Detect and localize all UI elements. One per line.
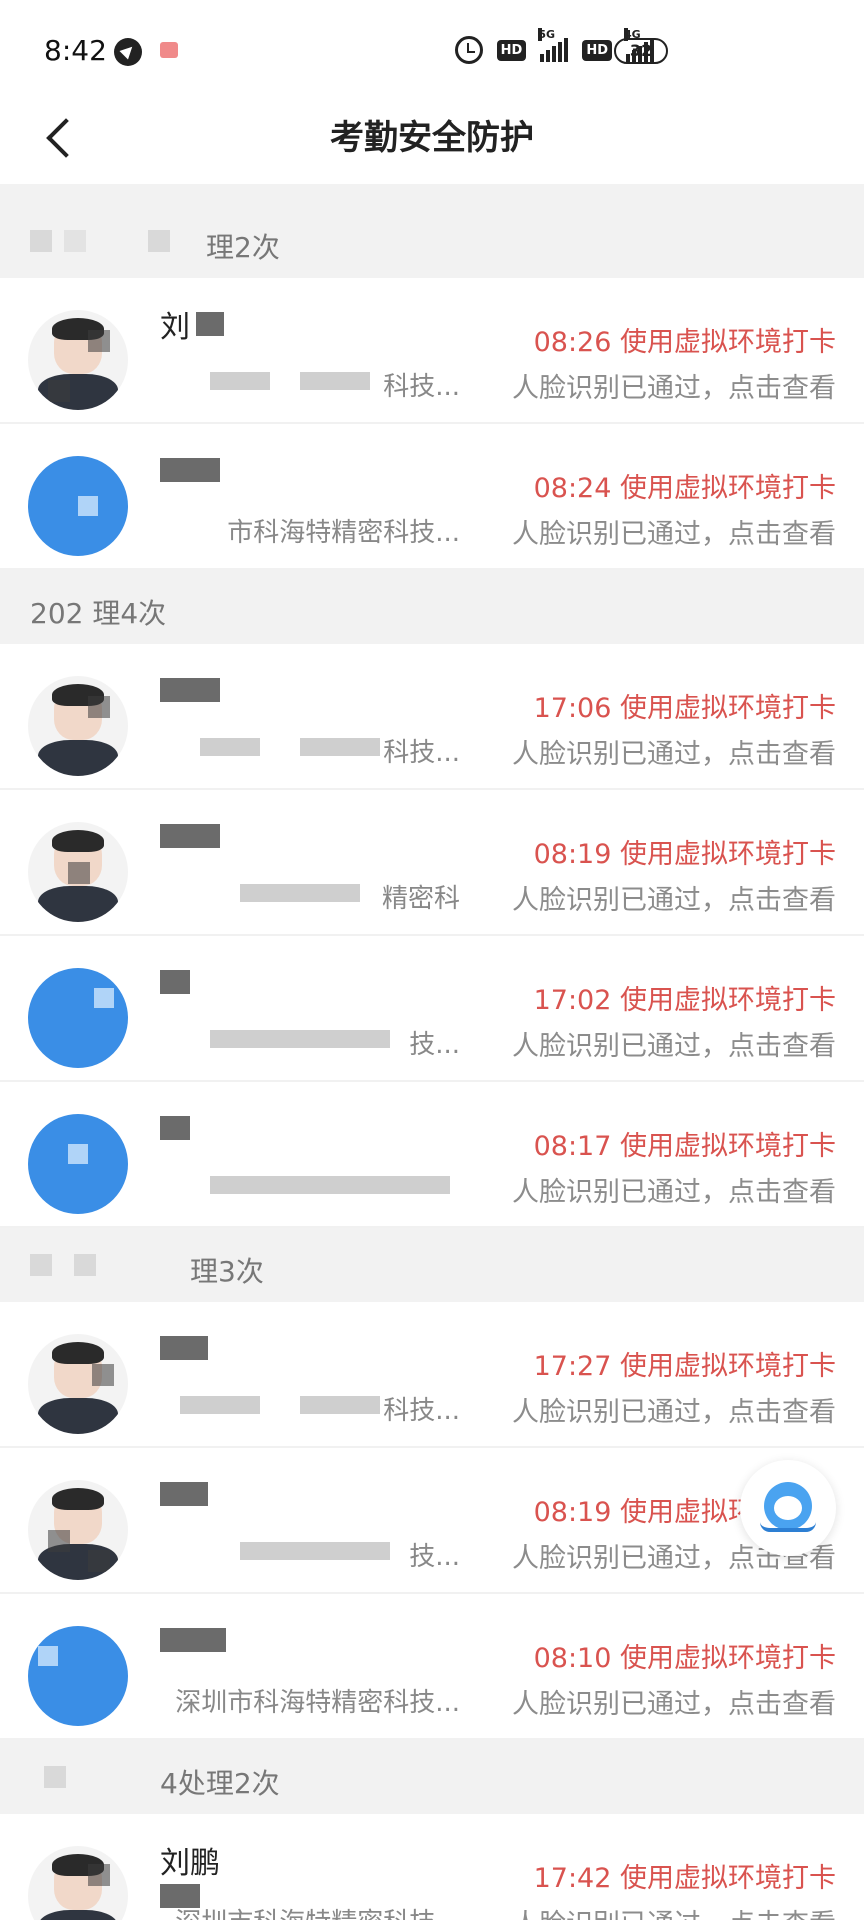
section-header: 理3次 [0, 1228, 864, 1302]
avatar [28, 1114, 128, 1214]
blurred-company [240, 884, 360, 902]
alert-text: 08:24 使用虚拟环境打卡 [533, 473, 836, 504]
battery-level: 32 [614, 38, 668, 64]
result-text[interactable]: 人脸识别已通过，点击查看 [512, 732, 836, 771]
avatar [28, 310, 128, 410]
notification-badge-icon [160, 42, 178, 58]
result-text[interactable]: 人脸识别已通过，点击查看 [512, 1902, 836, 1920]
list-item[interactable]: 08:17 使用虚拟环境打卡 人脸识别已通过，点击查看 [0, 1082, 864, 1228]
blurred-company [300, 1396, 380, 1414]
result-text[interactable]: 人脸识别已通过，点击查看 [512, 366, 836, 405]
signal-5g-icon: 5G [538, 28, 569, 62]
section-header-label: 202 理4次 [30, 597, 167, 630]
blurred-name [160, 970, 190, 994]
avatar [28, 676, 128, 776]
alert-text: 17:27 使用虚拟环境打卡 [533, 1351, 836, 1382]
list-item[interactable]: 刘鹏 深圳市科海特精密科技... 17:42 使用虚拟环境打卡 人脸识别已通过，… [0, 1814, 864, 1920]
alert-text: 08:26 使用虚拟环境打卡 [533, 327, 836, 358]
blurred-name [160, 1482, 208, 1506]
list-item[interactable]: 市科海特精密科技... 08:24 使用虚拟环境打卡 人脸识别已通过，点击查看 [0, 424, 864, 570]
blurred-text [30, 1254, 52, 1276]
section-header-label: 理3次 [190, 1255, 264, 1288]
section-header-label: 理2次 [206, 231, 280, 264]
alert-text: 17:42 使用虚拟环境打卡 [533, 1863, 836, 1894]
alert-text: 17:06 使用虚拟环境打卡 [533, 693, 836, 724]
result-text[interactable]: 人脸识别已通过，点击查看 [512, 512, 836, 551]
blurred-company [200, 738, 260, 756]
page-title: 考勤安全防护 [330, 118, 534, 158]
list-item[interactable]: 科技... 17:27 使用虚拟环境打卡 人脸识别已通过，点击查看 [0, 1302, 864, 1448]
avatar [28, 1334, 128, 1434]
blurred-text [74, 1254, 96, 1276]
blurred-company [240, 1542, 390, 1560]
blurred-name [160, 678, 220, 702]
customer-service-button[interactable] [740, 1460, 836, 1556]
list-item[interactable]: 科技... 17:06 使用虚拟环境打卡 人脸识别已通过，点击查看 [0, 644, 864, 790]
result-text[interactable]: 人脸识别已通过，点击查看 [512, 1024, 836, 1063]
section-header: 202 理4次 [0, 570, 864, 644]
avatar [28, 1846, 128, 1920]
company-name: 深圳市科海特精密科技... [160, 1902, 460, 1920]
company-name: 精密科 [381, 884, 460, 914]
blurred-name [196, 312, 224, 336]
avatar [28, 1626, 128, 1726]
alert-text: 08:10 使用虚拟环境打卡 [533, 1643, 836, 1674]
blurred-name [160, 1628, 226, 1652]
company-name: 科技... [383, 738, 460, 768]
blurred-text [148, 230, 170, 252]
list-item[interactable]: 深圳市科海特精密科技... 08:10 使用虚拟环境打卡 人脸识别已通过，点击查… [0, 1594, 864, 1740]
section-header: 4处理2次 [0, 1740, 864, 1814]
status-time: 8:42 [44, 34, 107, 67]
top-divider [0, 184, 864, 204]
blurred-text [44, 1766, 66, 1788]
avatar [28, 1480, 128, 1580]
company-name: 深圳市科海特精密科技... [175, 1688, 460, 1718]
alert-text: 08:17 使用虚拟环境打卡 [533, 1131, 836, 1162]
avatar [28, 968, 128, 1068]
alarm-icon [454, 36, 483, 64]
hd-icon-2: HD [582, 39, 612, 61]
blurred-name [160, 824, 220, 848]
company-name: 技... [409, 1542, 460, 1572]
blurred-name [160, 1336, 208, 1360]
result-text[interactable]: 人脸识别已通过，点击查看 [512, 1170, 836, 1209]
employee-name: 刘 [160, 310, 190, 345]
blurred-company [210, 1176, 450, 1194]
blurred-text [30, 230, 52, 252]
blurred-company [210, 1030, 390, 1048]
section-header-label: 4处理2次 [160, 1767, 280, 1800]
list-item[interactable]: 精密科 08:19 使用虚拟环境打卡 人脸识别已通过，点击查看 [0, 790, 864, 936]
network-5g-label: 5G [538, 28, 556, 41]
alert-text: 08:19 使用虚拟环境打卡 [533, 839, 836, 870]
result-text[interactable]: 人脸识别已通过，点击查看 [512, 878, 836, 917]
result-text[interactable]: 人脸识别已通过，点击查看 [512, 1390, 836, 1429]
blurred-name [160, 1116, 190, 1140]
avatar [28, 456, 128, 556]
list-item[interactable]: 技... 08:19 使用虚拟环境打卡 人脸识别已通过，点击查看 [0, 1448, 864, 1594]
app-header: 考勤安全防护 [0, 100, 864, 184]
blurred-text [64, 230, 86, 252]
blurred-company [180, 1396, 260, 1414]
blurred-name [160, 458, 220, 482]
hd-icon: HD [496, 39, 527, 61]
employee-name: 刘鹏 [160, 1846, 220, 1881]
headset-mic-icon [760, 1522, 816, 1532]
company-name: 市科海特精密科技... [227, 518, 460, 548]
avatar [28, 822, 128, 922]
result-text[interactable]: 人脸识别已通过，点击查看 [512, 1682, 836, 1721]
alert-text: 17:02 使用虚拟环境打卡 [533, 985, 836, 1016]
navigation-icon [114, 38, 142, 66]
company-name: 技... [409, 1030, 460, 1060]
section-header: 理2次 [0, 204, 864, 278]
record-list: 理2次 刘 科技... 08:26 使用虚拟环境打卡 人脸识别已通过，点击查看 … [0, 204, 864, 1920]
battery-icon: 32 [614, 38, 668, 64]
list-item[interactable]: 技... 17:02 使用虚拟环境打卡 人脸识别已通过，点击查看 [0, 936, 864, 1082]
company-name: 科技... [383, 372, 460, 402]
blurred-company [210, 372, 270, 390]
status-bar: 8:42 HD 5G HD 4G 32 [0, 0, 864, 100]
company-name: 科技... [383, 1396, 460, 1426]
list-item[interactable]: 刘 科技... 08:26 使用虚拟环境打卡 人脸识别已通过，点击查看 [0, 278, 864, 424]
